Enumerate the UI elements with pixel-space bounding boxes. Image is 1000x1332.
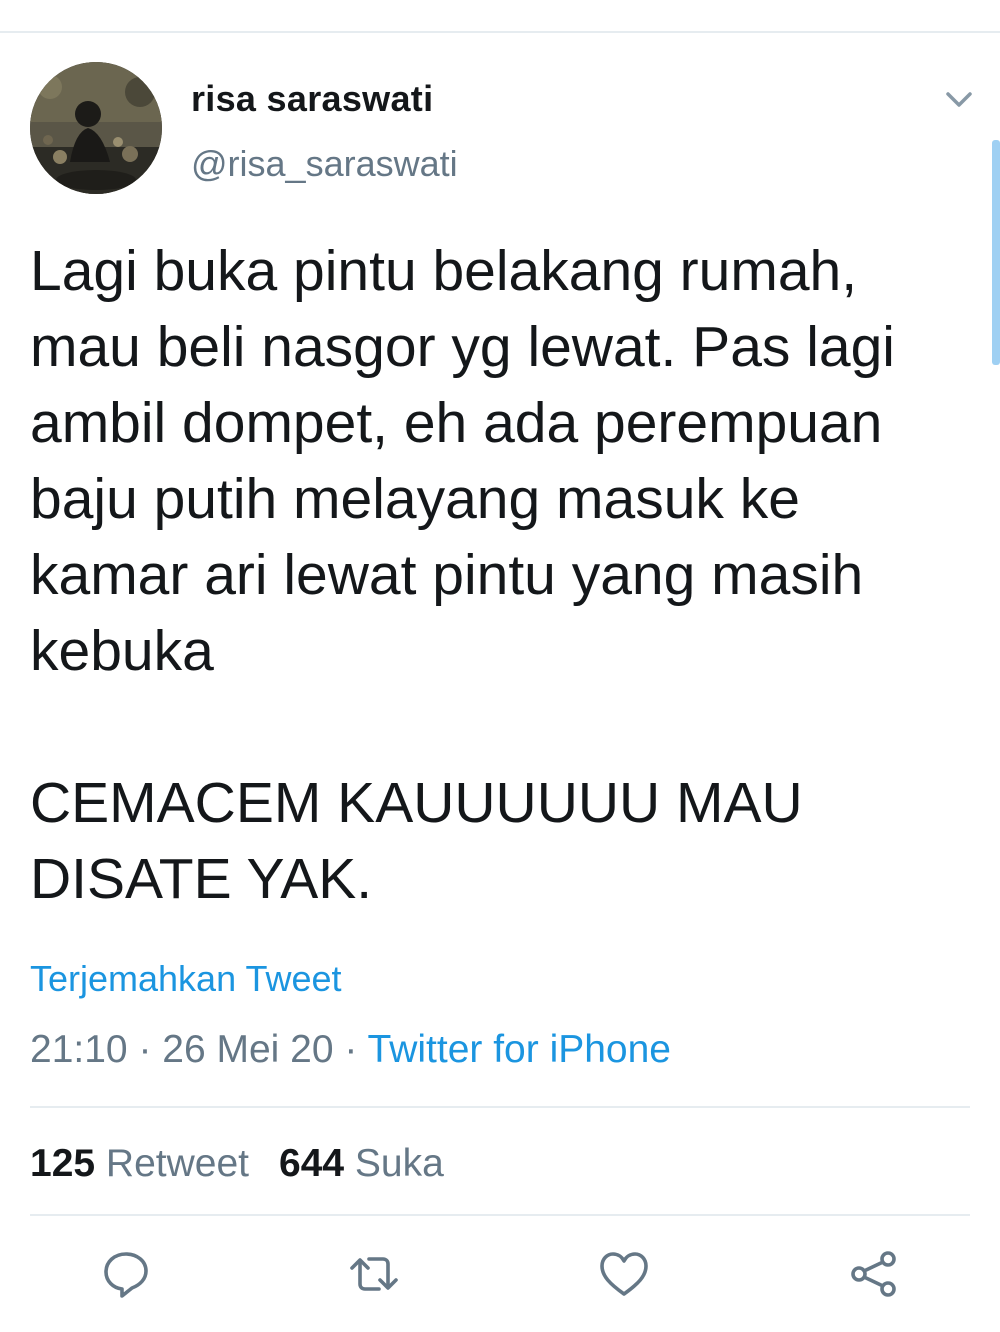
retweet-count: 125 <box>30 1142 96 1185</box>
reply-icon[interactable] <box>100 1248 152 1300</box>
avatar-photo <box>30 62 162 194</box>
avatar[interactable] <box>30 62 162 194</box>
meta-separator: · <box>127 1028 163 1071</box>
like-label: Suka <box>354 1142 444 1185</box>
tweet-source-link[interactable]: Twitter for iPhone <box>368 1028 671 1071</box>
author-handle[interactable]: @risa_saraswati <box>191 143 458 185</box>
tweet-text: Lagi buka pintu belakang rumah, mau beli… <box>30 239 895 911</box>
like-stat[interactable]: 644 Suka <box>279 1142 444 1185</box>
tweet-meta: 21:10 · 26 Mei 20 · Twitter for iPhone <box>30 1028 671 1072</box>
meta-separator: · <box>333 1028 368 1071</box>
tweet-stats: 125 Retweet 644 Suka <box>30 1142 444 1186</box>
translate-tweet-link[interactable]: Terjemahkan Tweet <box>30 958 342 1000</box>
chevron-down-icon[interactable] <box>940 82 978 116</box>
divider <box>30 1214 970 1216</box>
retweet-icon[interactable] <box>348 1248 400 1300</box>
retweet-stat[interactable]: 125 Retweet <box>30 1142 249 1185</box>
author-display-name[interactable]: risa saraswati <box>191 78 433 120</box>
like-count: 644 <box>279 1142 345 1185</box>
top-divider <box>0 31 1000 33</box>
like-icon[interactable] <box>598 1248 650 1300</box>
tweet-time: 21:10 <box>30 1028 128 1071</box>
share-icon[interactable] <box>848 1248 900 1300</box>
scrollbar[interactable] <box>992 140 1000 365</box>
tweet-date[interactable]: 26 Mei 20 <box>162 1028 333 1071</box>
divider <box>30 1106 970 1108</box>
retweet-label: Retweet <box>105 1142 249 1185</box>
tweet-detail-page: risa saraswati @risa_saraswati Lagi buka… <box>0 0 1000 1332</box>
